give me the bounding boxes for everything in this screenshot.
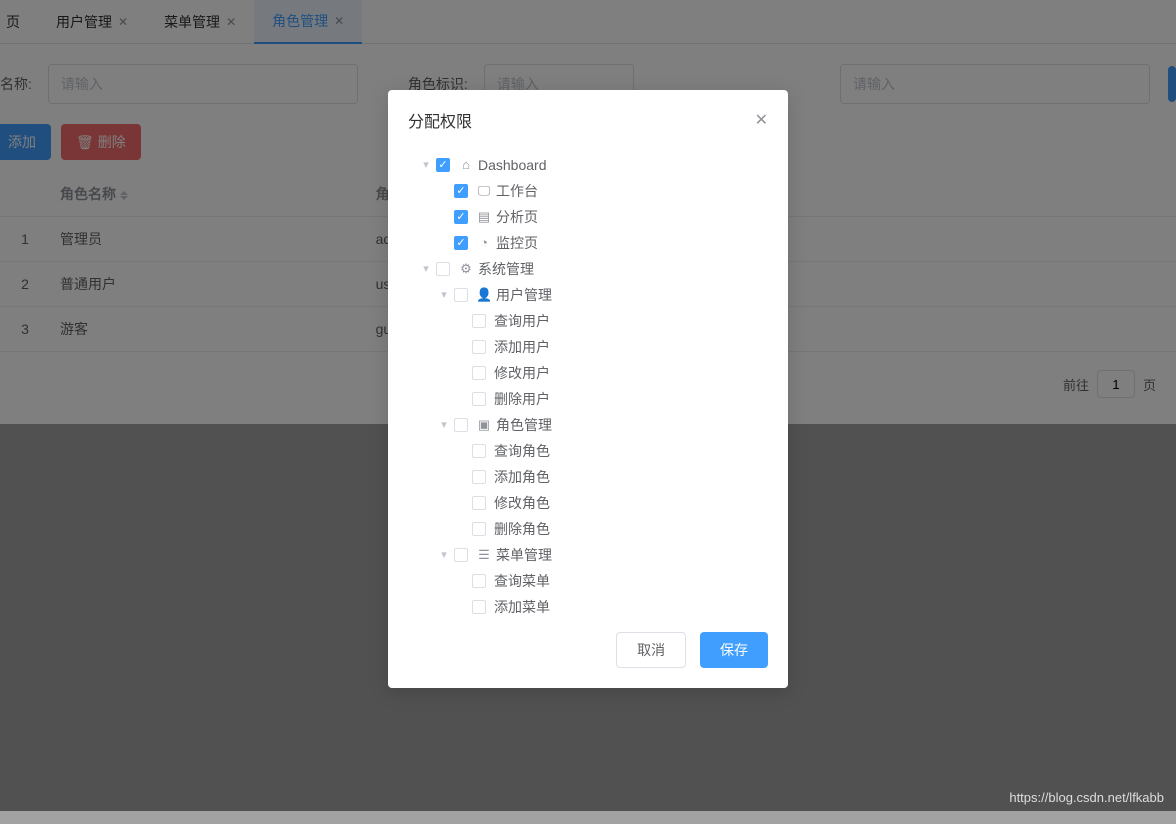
- node-icon: ⚙: [458, 256, 474, 282]
- tree-node-label: 删除角色: [494, 516, 550, 542]
- node-icon: ⌂: [458, 152, 474, 178]
- checkbox[interactable]: [472, 392, 486, 406]
- tree-node-label: 添加用户: [494, 334, 550, 360]
- node-icon: ▣: [476, 412, 492, 438]
- tree-node[interactable]: ▾查询用户: [454, 308, 768, 334]
- tree-node[interactable]: ▾🖵工作台: [436, 178, 768, 204]
- checkbox[interactable]: [472, 574, 486, 588]
- chevron-down-icon[interactable]: ▾: [436, 542, 452, 568]
- close-icon[interactable]: ✕: [755, 110, 768, 130]
- node-icon: 👤: [476, 282, 492, 308]
- checkbox[interactable]: [472, 340, 486, 354]
- checkbox[interactable]: [472, 470, 486, 484]
- save-button[interactable]: 保存: [700, 632, 768, 668]
- node-icon: ☰: [476, 542, 492, 568]
- dialog-header: 分配权限 ✕: [388, 90, 788, 142]
- tree-node[interactable]: ▾查询角色: [454, 438, 768, 464]
- chevron-down-icon[interactable]: ▾: [418, 152, 434, 178]
- checkbox[interactable]: [472, 600, 486, 614]
- checkbox[interactable]: [454, 184, 468, 198]
- tree-node-label: 添加菜单: [494, 594, 550, 620]
- node-icon: ▤: [476, 204, 492, 230]
- watermark-link: https://blog.csdn.net/lfkabb: [1009, 790, 1164, 805]
- permission-tree: ▾⌂Dashboard▾🖵工作台▾▤分析页▾◔监控页▾⚙系统管理▾👤用户管理▾查…: [418, 152, 768, 620]
- chevron-down-icon[interactable]: ▾: [436, 282, 452, 308]
- node-icon: 🖵: [476, 178, 492, 204]
- dialog-footer: 取消 保存: [388, 622, 788, 688]
- checkbox[interactable]: [472, 314, 486, 328]
- tree-node-label: 分析页: [496, 204, 538, 230]
- tree-node[interactable]: ▾ ⌂Dashboard: [418, 152, 768, 178]
- tree-node[interactable]: ▾ 👤用户管理: [436, 282, 768, 308]
- tree-node-label: 修改角色: [494, 490, 550, 516]
- tree-node-label: 添加角色: [494, 464, 550, 490]
- tree-node[interactable]: ▾删除角色: [454, 516, 768, 542]
- tree-node-label: Dashboard: [478, 152, 547, 178]
- tree-node[interactable]: ▾查询菜单: [454, 568, 768, 594]
- dialog-title: 分配权限: [408, 108, 472, 132]
- assign-permission-dialog: 分配权限 ✕ ▾⌂Dashboard▾🖵工作台▾▤分析页▾◔监控页▾⚙系统管理▾…: [388, 90, 788, 688]
- tree-node-label: 查询菜单: [494, 568, 550, 594]
- checkbox[interactable]: [472, 522, 486, 536]
- tree-node[interactable]: ▾ ⚙系统管理: [418, 256, 768, 282]
- tree-node[interactable]: ▾添加菜单: [454, 594, 768, 620]
- checkbox[interactable]: [472, 366, 486, 380]
- tree-node[interactable]: ▾▤分析页: [436, 204, 768, 230]
- tree-node-label: 删除用户: [494, 386, 550, 412]
- checkbox[interactable]: [472, 496, 486, 510]
- tree-node-label: 修改用户: [494, 360, 550, 386]
- checkbox[interactable]: [436, 262, 450, 276]
- tree-node[interactable]: ▾ ▣角色管理: [436, 412, 768, 438]
- tree-node[interactable]: ▾◔监控页: [436, 230, 768, 256]
- checkbox[interactable]: [454, 236, 468, 250]
- checkbox[interactable]: [454, 288, 468, 302]
- tree-node-label: 角色管理: [496, 412, 552, 438]
- chevron-down-icon[interactable]: ▾: [418, 256, 434, 282]
- tree-node-label: 工作台: [496, 178, 538, 204]
- tree-node[interactable]: ▾添加用户: [454, 334, 768, 360]
- tree-node-label: 查询用户: [494, 308, 550, 334]
- tree-node-label: 系统管理: [478, 256, 534, 282]
- tree-node[interactable]: ▾修改用户: [454, 360, 768, 386]
- dialog-body: ▾⌂Dashboard▾🖵工作台▾▤分析页▾◔监控页▾⚙系统管理▾👤用户管理▾查…: [388, 142, 788, 622]
- checkbox[interactable]: [454, 418, 468, 432]
- checkbox[interactable]: [454, 548, 468, 562]
- checkbox[interactable]: [472, 444, 486, 458]
- tree-node-label: 监控页: [496, 230, 538, 256]
- cancel-button[interactable]: 取消: [616, 632, 686, 668]
- tree-node[interactable]: ▾修改角色: [454, 490, 768, 516]
- tree-node-label: 用户管理: [496, 282, 552, 308]
- tree-node[interactable]: ▾添加角色: [454, 464, 768, 490]
- tree-node-label: 查询角色: [494, 438, 550, 464]
- chevron-down-icon[interactable]: ▾: [436, 412, 452, 438]
- tree-node[interactable]: ▾ ☰菜单管理: [436, 542, 768, 568]
- tree-node[interactable]: ▾删除用户: [454, 386, 768, 412]
- node-icon: ◔: [476, 230, 492, 256]
- checkbox[interactable]: [454, 210, 468, 224]
- checkbox[interactable]: [436, 158, 450, 172]
- tree-node-label: 菜单管理: [496, 542, 552, 568]
